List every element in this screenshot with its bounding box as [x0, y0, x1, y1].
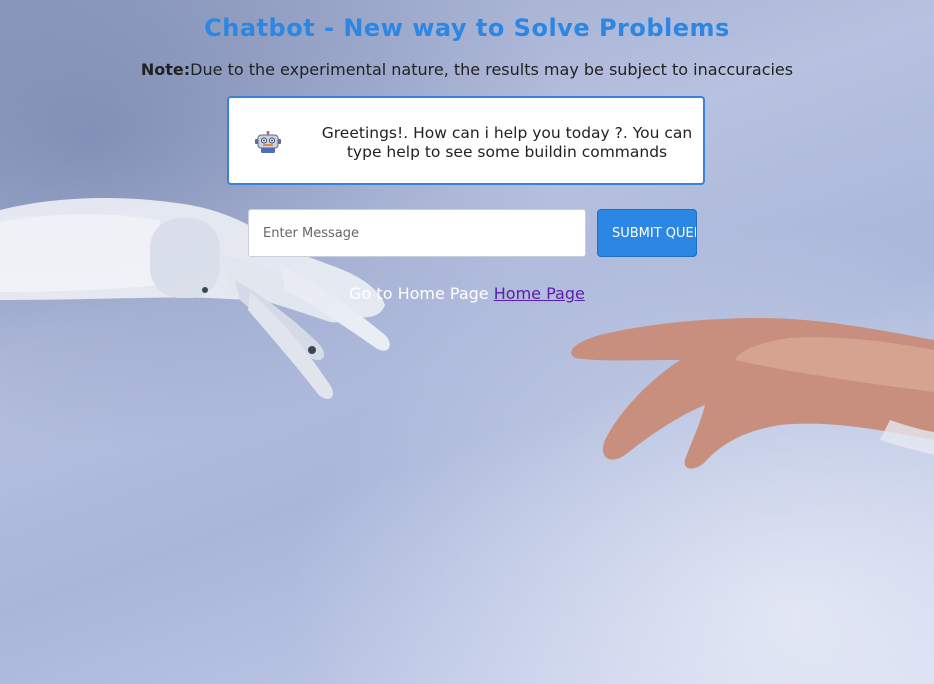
chat-window: Greetings!. How can i help you today ?. … — [227, 96, 705, 185]
page-title: Chatbot - New way to Solve Problems — [204, 14, 730, 42]
page-content: Chatbot - New way to Solve Problems Note… — [0, 0, 934, 684]
note-text: Due to the experimental nature, the resu… — [190, 60, 794, 79]
home-page-line: Go to Home Page Home Page — [0, 284, 934, 303]
home-page-link[interactable]: Home Page — [494, 284, 585, 303]
submit-query-button[interactable]: SUBMIT QUERY — [597, 209, 697, 257]
robot-icon — [255, 131, 281, 153]
home-page-prefix: Go to Home Page — [349, 284, 489, 303]
message-input[interactable] — [248, 209, 586, 257]
bot-message: Greetings!. How can i help you today ?. … — [321, 124, 693, 161]
note-label: Note: — [140, 60, 191, 79]
disclaimer-note: Note:Due to the experimental nature, the… — [0, 60, 934, 79]
